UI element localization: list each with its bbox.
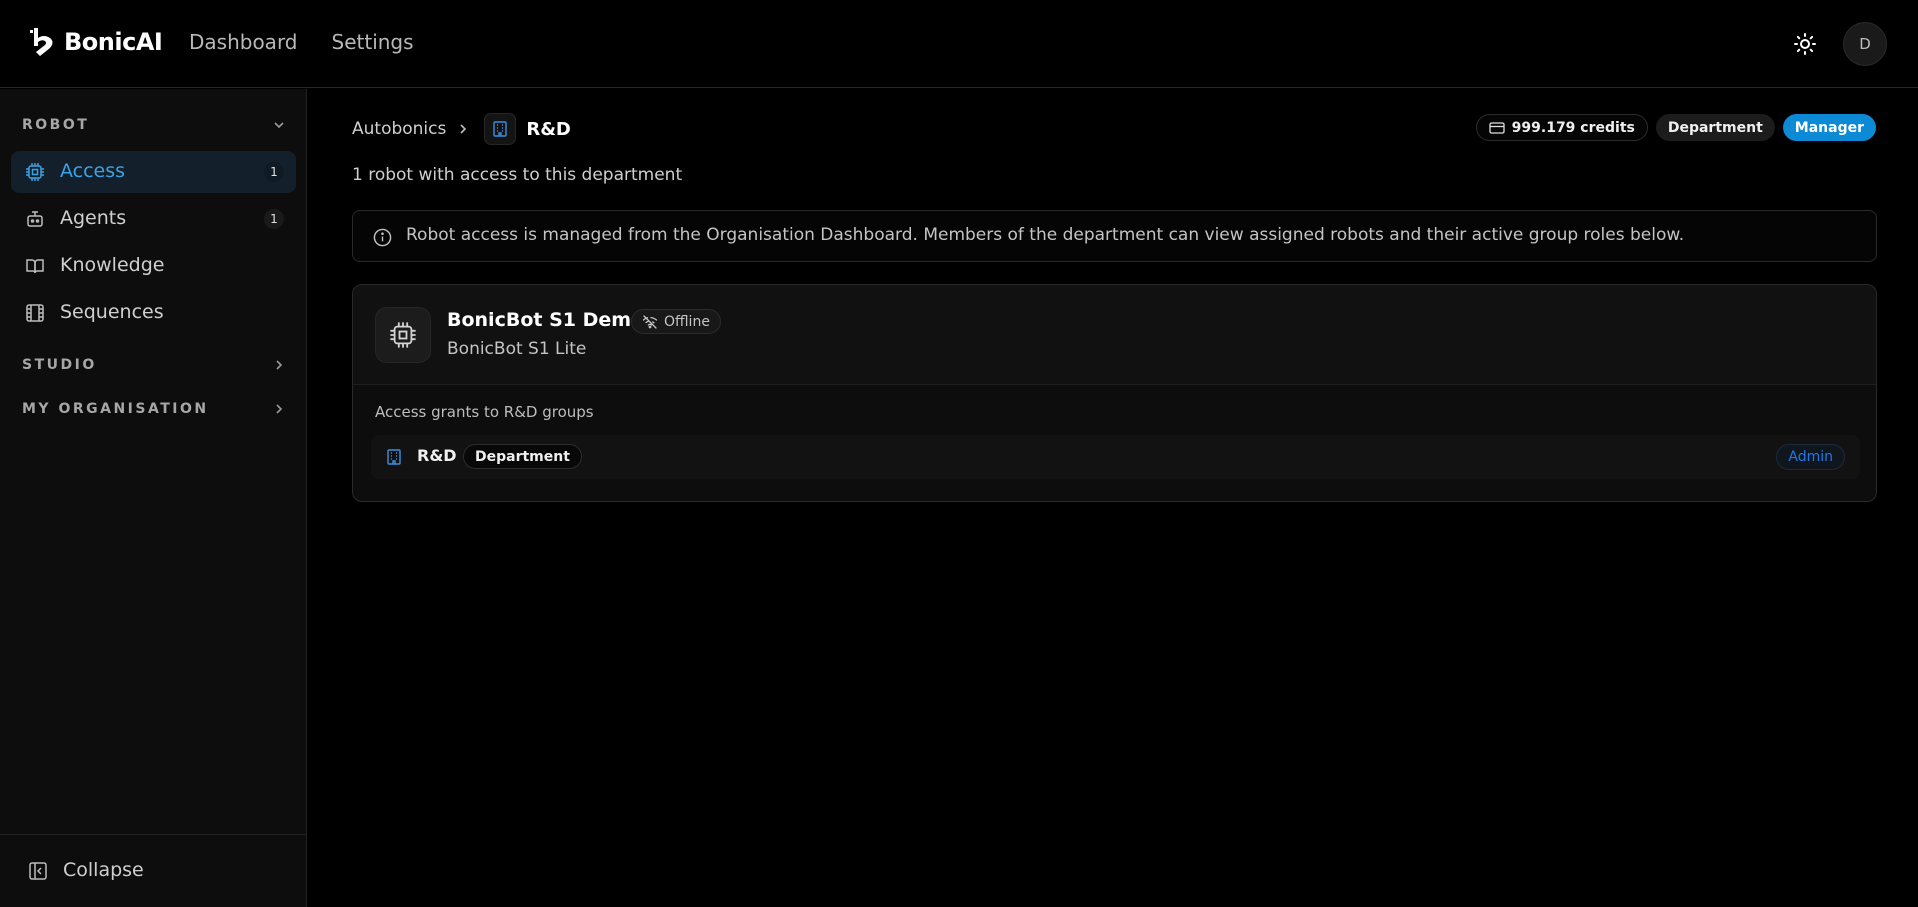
grant-type-badge: Department [463,444,582,469]
breadcrumb-root[interactable]: Autobonics [352,119,446,139]
sidebar-section-robot[interactable]: ROBOT [22,113,286,137]
sidebar-item-agents[interactable]: Agents 1 [11,198,296,240]
grant-group-name: R&D [417,446,457,465]
sidebar-item-access[interactable]: Access 1 [11,151,296,193]
logo-text: BonicAI [64,28,163,56]
chevron-right-icon [460,124,467,134]
collapse-sidebar-button[interactable]: Collapse [0,834,306,907]
sidebar-item-sequences[interactable]: Sequences [11,292,296,334]
status-badge: Offline [631,309,721,334]
header-badges: 999.179 credits Department Manager [1475,114,1876,141]
role-badge: Manager [1782,114,1876,141]
type-badge: Department [1655,114,1775,141]
section-label: STUDIO [22,357,97,373]
sidebar-section-studio[interactable]: STUDIO [22,353,286,377]
cpu-icon [390,322,416,348]
user-avatar[interactable]: D [1843,22,1887,66]
breadcrumb-current: R&D [526,118,571,140]
robot-model: BonicBot S1 Lite [447,339,587,359]
sidebar-item-label: Sequences [60,301,164,323]
robot-card-header: BonicBot S1 Demo Offline BonicBot S1 Lit… [353,285,1876,385]
chevron-right-icon [276,404,283,414]
section-label: ROBOT [22,117,90,133]
count-badge: 1 [264,209,284,229]
bonicai-logo-icon [30,28,53,56]
credits-badge: 999.179 credits [1475,114,1648,141]
sidebar-section-my-organisation[interactable]: MY ORGANISATION [22,397,286,421]
chevron-right-icon [276,360,283,370]
nav-settings[interactable]: Settings [332,30,414,54]
robot-avatar [375,307,431,363]
logo[interactable]: BonicAI [30,26,163,58]
robot-card: BonicBot S1 Demo Offline BonicBot S1 Lit… [352,284,1877,502]
count-badge: 1 [264,162,284,182]
info-banner: Robot access is managed from the Organis… [352,210,1877,262]
grants-title: Access grants to R&D groups [375,403,594,421]
status-text: Offline [664,313,710,330]
chevron-down-icon [274,122,284,129]
page-subtitle: 1 robot with access to this department [352,165,683,185]
sun-icon[interactable] [1793,32,1817,56]
wifi-off-icon [642,314,658,329]
grant-row: R&D Department Admin [371,435,1860,479]
main-nav: Dashboard Settings [189,30,414,54]
sidebar-item-knowledge[interactable]: Knowledge [11,245,296,287]
grant-role-badge: Admin [1776,444,1845,470]
bot-icon [27,211,43,227]
credits-text: 999.179 credits [1511,119,1635,136]
robot-name[interactable]: BonicBot S1 Demo [447,309,644,331]
building-icon [387,449,401,465]
info-text: Robot access is managed from the Organis… [406,225,1685,245]
sidebar-item-label: Agents [60,207,127,229]
cpu-icon [26,163,44,181]
breadcrumb: Autobonics R&D [352,113,571,145]
sidebar-item-label: Knowledge [60,254,165,276]
collapse-label: Collapse [63,859,144,881]
info-icon [373,228,392,247]
sidebar-item-label: Access [60,160,126,182]
sidebar: ROBOT Access 1 Agents 1 Knowledge Sequen… [0,89,307,907]
film-icon [26,304,44,322]
nav-dashboard[interactable]: Dashboard [189,30,298,54]
section-label: MY ORGANISATION [22,401,209,417]
top-header: BonicAI Dashboard Settings D [0,0,1918,88]
department-icon-box [484,113,517,145]
book-icon [26,259,44,274]
building-icon [493,121,508,137]
panel-collapse-icon [29,862,47,880]
credit-card-icon [1489,121,1505,134]
